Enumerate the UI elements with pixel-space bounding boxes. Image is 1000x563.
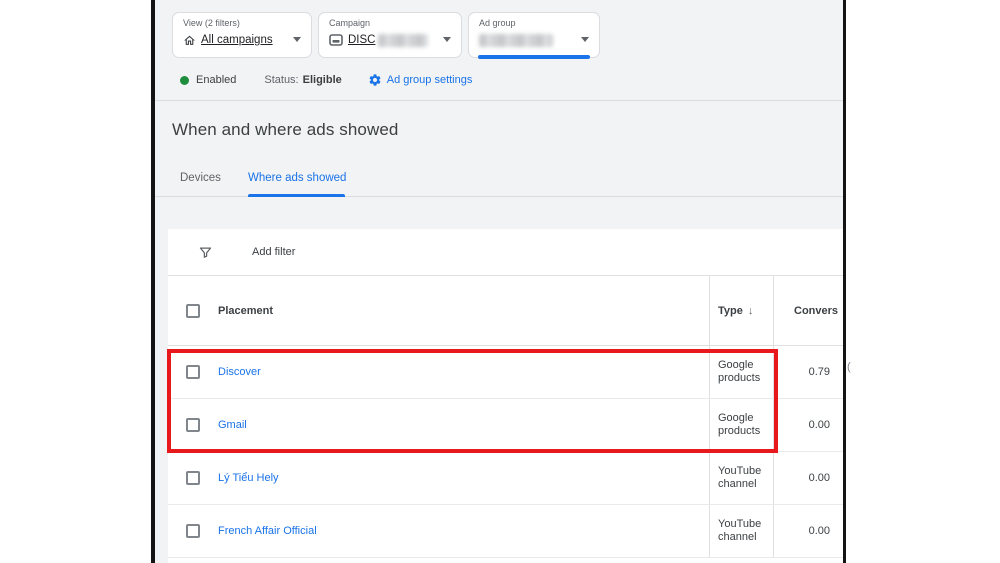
- redacted-campaign-name: [378, 34, 428, 47]
- conversions-cell: 0.00: [774, 419, 843, 431]
- redacted-ad-group-name: [479, 34, 553, 47]
- type-cell: YouTube channel: [718, 518, 770, 544]
- placement-link[interactable]: Gmail: [218, 419, 247, 431]
- clipped-edge-glyph: (: [847, 361, 852, 373]
- campaign-dropdown[interactable]: Campaign DISC: [318, 12, 462, 58]
- row-checkbox[interactable]: [186, 524, 200, 538]
- home-icon: [183, 34, 196, 47]
- ad-group-settings-label: Ad group settings: [387, 74, 473, 86]
- screenshot-frame-right: [843, 0, 846, 563]
- section-divider: [155, 100, 843, 101]
- type-cell: YouTube channel: [718, 465, 770, 491]
- column-header-placement[interactable]: Placement: [218, 305, 273, 317]
- placement-link[interactable]: Lý Tiểu Hely: [218, 472, 279, 484]
- enabled-status-dot: [180, 76, 189, 85]
- view-filter-label: View (2 filters): [183, 18, 301, 29]
- filter-funnel-icon: [198, 245, 213, 260]
- table-row: French Affair Official YouTube channel 0…: [168, 505, 843, 558]
- type-header-label: Type: [718, 305, 743, 317]
- active-selection-underline: [478, 55, 590, 59]
- campaign-label: Campaign: [329, 18, 451, 29]
- column-header-type[interactable]: Type ↓: [710, 276, 774, 345]
- page-title: When and where ads showed: [172, 120, 398, 140]
- placement-link[interactable]: French Affair Official: [218, 525, 317, 537]
- ad-group-dropdown[interactable]: Ad group: [468, 12, 600, 58]
- conversions-cell: 0.79: [774, 366, 843, 378]
- ad-group-settings-link[interactable]: Ad group settings: [368, 73, 473, 87]
- report-tabs: Devices Where ads showed: [155, 168, 843, 197]
- conversions-header-label: Convers: [794, 305, 838, 317]
- table-row: Lý Tiểu Hely YouTube channel 0.00: [168, 452, 843, 505]
- tab-devices[interactable]: Devices: [180, 172, 221, 184]
- active-tab-indicator: [248, 194, 345, 197]
- row-checkbox[interactable]: [186, 418, 200, 432]
- campaign-value: DISC: [348, 34, 375, 46]
- ad-group-label: Ad group: [479, 18, 589, 29]
- google-ads-content: View (2 filters) All campaigns Campaign …: [155, 0, 843, 563]
- status-bar: Enabled Status: Eligible Ad group settin…: [180, 71, 472, 89]
- type-cell: Google products: [718, 359, 770, 385]
- status-label: Status:: [264, 74, 298, 86]
- view-filter-dropdown[interactable]: View (2 filters) All campaigns: [172, 12, 312, 58]
- add-filter-label: Add filter: [252, 246, 295, 258]
- column-header-conversions[interactable]: Convers: [774, 276, 843, 345]
- row-checkbox[interactable]: [186, 471, 200, 485]
- conversions-cell: 0.00: [774, 525, 843, 537]
- gear-icon: [368, 73, 382, 87]
- table-header-row: Placement Type ↓ Convers: [168, 276, 843, 346]
- enabled-label: Enabled: [196, 74, 236, 86]
- table-row: Gmail Google products 0.00: [168, 399, 843, 452]
- chevron-down-icon: [581, 37, 589, 42]
- conversions-cell: 0.00: [774, 472, 843, 484]
- chevron-down-icon: [293, 37, 301, 42]
- type-cell: Google products: [718, 412, 770, 438]
- campaign-icon: [329, 34, 343, 46]
- table-row: Discover Google products 0.79: [168, 346, 843, 399]
- view-filter-value: All campaigns: [201, 34, 273, 46]
- add-filter-bar[interactable]: Add filter: [168, 229, 843, 276]
- status-value: Eligible: [303, 74, 342, 86]
- placements-table-card: Add filter Placement Type ↓ Convers Disc…: [168, 229, 843, 563]
- screenshot-frame-left: [151, 0, 155, 563]
- chevron-down-icon: [443, 37, 451, 42]
- tab-where-ads-showed[interactable]: Where ads showed: [248, 172, 346, 184]
- table-body: Discover Google products 0.79 Gmail Goog…: [168, 346, 843, 558]
- sort-descending-icon: ↓: [748, 305, 754, 317]
- row-checkbox[interactable]: [186, 365, 200, 379]
- select-all-checkbox[interactable]: [186, 304, 200, 318]
- placement-link[interactable]: Discover: [218, 366, 261, 378]
